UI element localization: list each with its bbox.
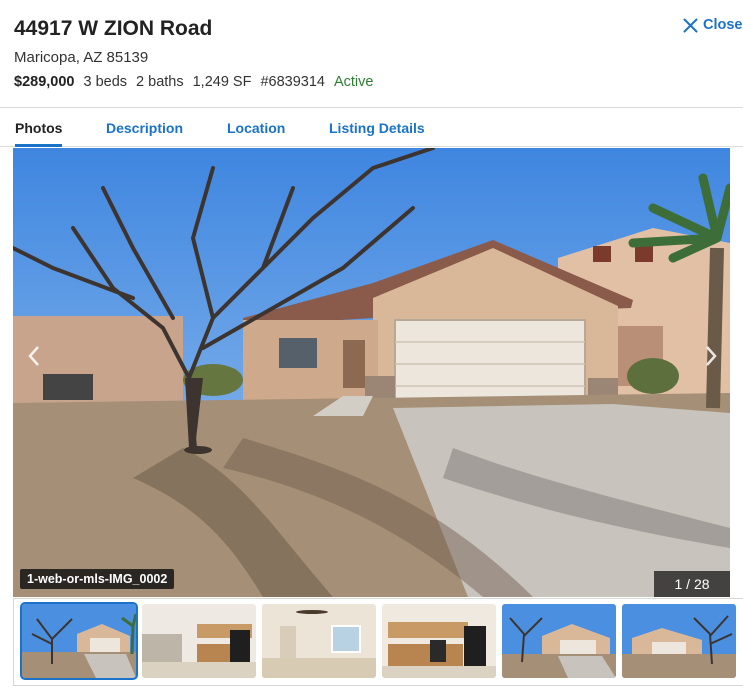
listing-status-badge: Active	[333, 74, 374, 90]
chevron-right-icon	[706, 346, 717, 366]
listing-tabs: Photos Description Location Listing Deta…	[0, 107, 743, 147]
house-photo-image	[13, 148, 730, 597]
listing-beds: 3 beds	[83, 74, 128, 90]
thumbnail-image	[142, 604, 256, 678]
thumbnail-image	[262, 604, 376, 678]
previous-photo-button[interactable]	[21, 336, 47, 376]
thumb-kitchen[interactable]	[142, 604, 256, 678]
next-photo-button[interactable]	[698, 336, 724, 376]
tab-description[interactable]: Description	[106, 108, 183, 147]
photo-counter: 1 / 28	[654, 571, 730, 597]
thumbnail-strip	[13, 598, 743, 686]
tab-location[interactable]: Location	[227, 108, 285, 147]
chevron-left-icon	[28, 346, 39, 366]
thumb-living-room[interactable]	[262, 604, 376, 678]
listing-mls-number: #6839314	[260, 74, 325, 90]
thumbnail-image	[22, 604, 136, 678]
listing-baths: 2 baths	[136, 74, 184, 90]
close-button[interactable]: Close	[683, 14, 743, 36]
tab-listing-details[interactable]: Listing Details	[329, 108, 425, 147]
thumbnail-image	[622, 604, 736, 678]
close-icon	[683, 18, 698, 32]
thumb-front-exterior[interactable]	[20, 602, 138, 680]
listing-summary: $289,000 3 beds 2 baths 1,249 SF #683931…	[14, 74, 373, 90]
tab-photos[interactable]: Photos	[15, 108, 63, 147]
thumb-front-exterior-2[interactable]	[502, 604, 616, 678]
main-photo[interactable]: 1-web-or-mls-IMG_0002 1 / 28	[13, 148, 730, 597]
listing-sqft: 1,249 SF	[192, 74, 252, 90]
listing-street-address: 44917 W ZION Road	[14, 17, 213, 40]
listing-price: $289,000	[14, 74, 75, 90]
thumb-front-exterior-3[interactable]	[622, 604, 736, 678]
photo-caption: 1-web-or-mls-IMG_0002	[20, 569, 175, 589]
close-label: Close	[703, 17, 743, 33]
thumbnail-image	[502, 604, 616, 678]
thumbnail-image	[382, 604, 496, 678]
listing-city-line: Maricopa, AZ 85139	[14, 49, 149, 66]
thumb-kitchen-2[interactable]	[382, 604, 496, 678]
listing-header: 44917 W ZION Road Maricopa, AZ 85139 $28…	[0, 0, 743, 107]
